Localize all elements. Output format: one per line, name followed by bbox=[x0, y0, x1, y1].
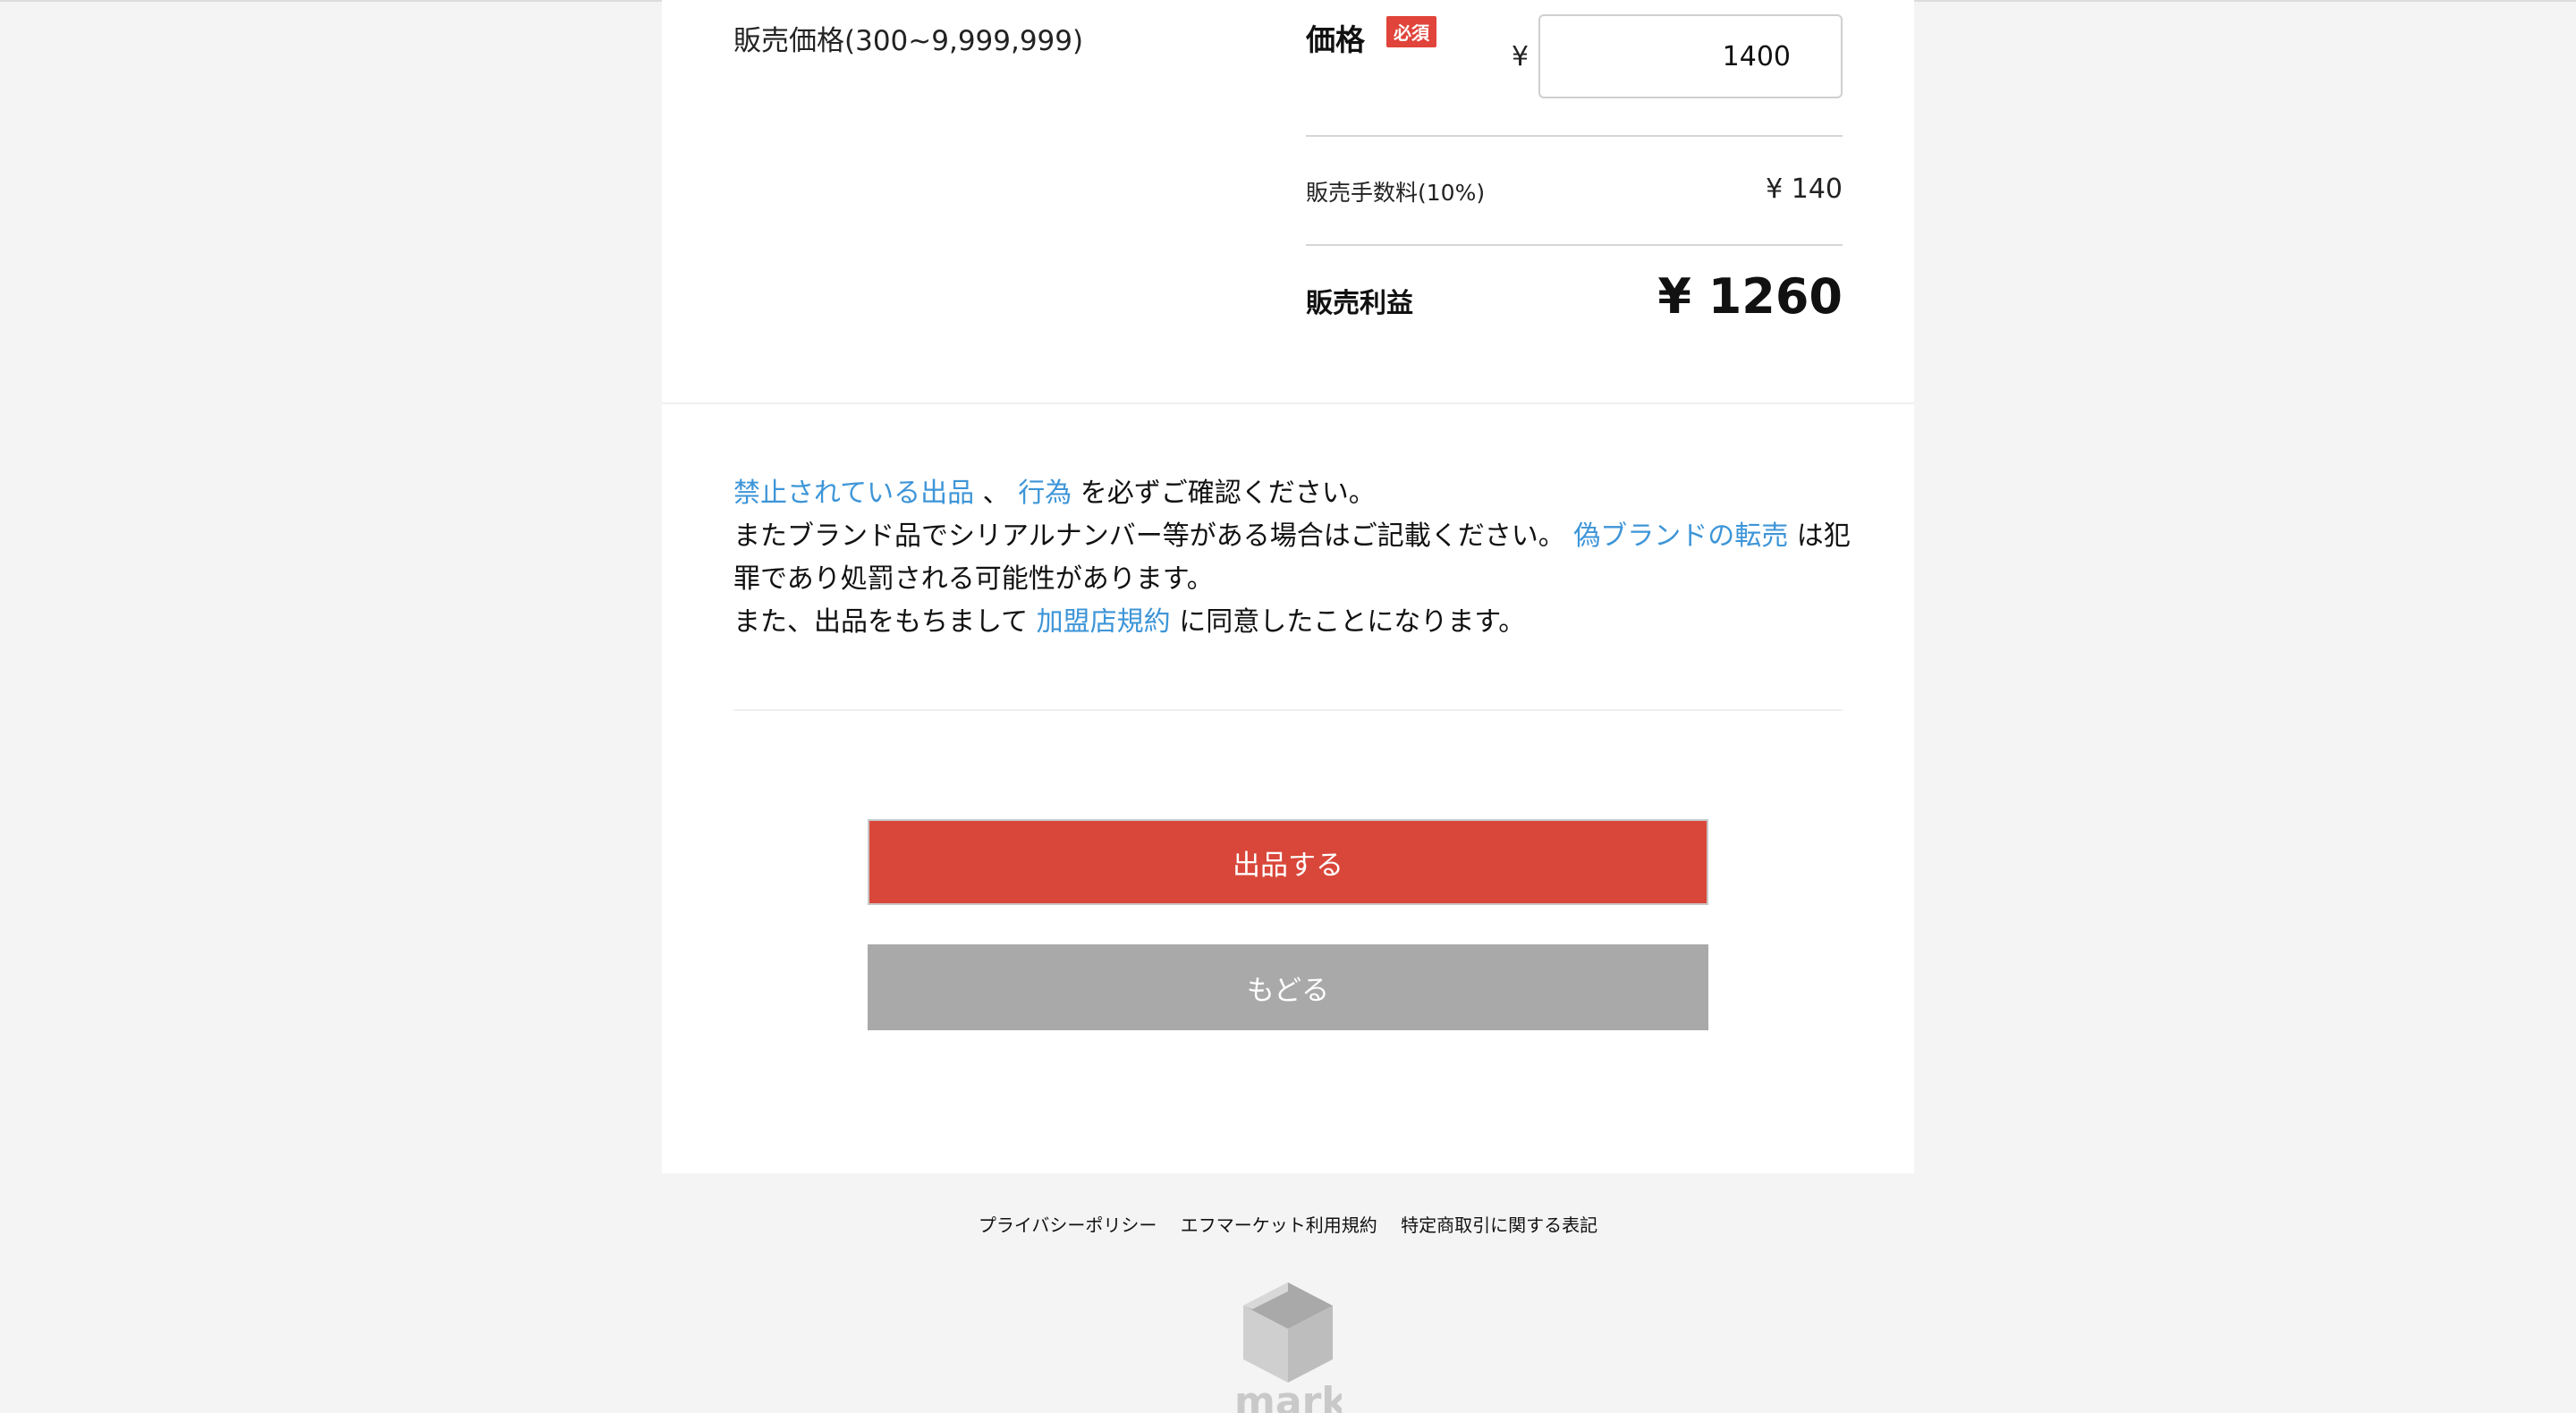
fee-divider bbox=[1306, 244, 1843, 246]
price-heading: 価格 bbox=[1306, 22, 1365, 57]
footer-links: プライバシーポリシー エフマーケット利用規約 特定商取引に関する表記 bbox=[0, 1211, 2576, 1237]
notice-text-5: に同意したことになります。 bbox=[1179, 606, 1526, 638]
price-input[interactable] bbox=[1538, 14, 1843, 98]
notice-divider bbox=[733, 709, 1843, 711]
notice-text-1: を必ずご確認ください。 bbox=[1080, 478, 1376, 509]
back-button[interactable]: もどる bbox=[868, 944, 1708, 1030]
listing-notice: 禁止されている出品 、 行為 を必ずご確認ください。 またブランド品でシリアルナ… bbox=[733, 472, 1860, 644]
fee-value: ¥ 140 bbox=[1766, 173, 1843, 205]
privacy-policy-link[interactable]: プライバシーポリシー bbox=[979, 1214, 1157, 1236]
fake-brand-link[interactable]: 偽ブランドの転売 bbox=[1573, 520, 1788, 552]
footer-logo: Fmarket bbox=[1234, 1279, 1342, 1413]
prohibited-items-link[interactable]: 禁止されている出品 bbox=[733, 478, 974, 509]
notice-separator: 、 bbox=[982, 478, 1010, 509]
profit-value: ¥ 1260 bbox=[1657, 268, 1843, 325]
terms-of-use-link[interactable]: エフマーケット利用規約 bbox=[1181, 1214, 1377, 1236]
profit-label: 販売利益 bbox=[1306, 288, 1413, 319]
submit-listing-button[interactable]: 出品する bbox=[868, 819, 1708, 905]
box-logo-icon bbox=[1243, 1282, 1333, 1383]
listing-card: 販売価格(300~9,999,999) 価格 必須 ¥ 販売手数料(10%) ¥… bbox=[662, 0, 1914, 1173]
price-range-label: 販売価格(300~9,999,999) bbox=[733, 25, 1084, 57]
logo-text: Fmarket bbox=[1234, 1379, 1342, 1413]
member-terms-link[interactable]: 加盟店規約 bbox=[1037, 606, 1171, 638]
notice-text-2: またブランド品でシリアルナンバー等がある場合はご記載ください。 bbox=[733, 520, 1565, 552]
currency-symbol: ¥ bbox=[1512, 41, 1530, 72]
fee-label: 販売手数料(10%) bbox=[1306, 180, 1486, 206]
required-badge: 必須 bbox=[1386, 16, 1436, 47]
prohibited-acts-link[interactable]: 行為 bbox=[1018, 478, 1072, 509]
section-divider bbox=[662, 402, 1914, 404]
price-divider bbox=[1306, 135, 1843, 137]
commerce-law-link[interactable]: 特定商取引に関する表記 bbox=[1401, 1214, 1597, 1236]
notice-text-4: また、出品をもちまして bbox=[733, 606, 1029, 638]
